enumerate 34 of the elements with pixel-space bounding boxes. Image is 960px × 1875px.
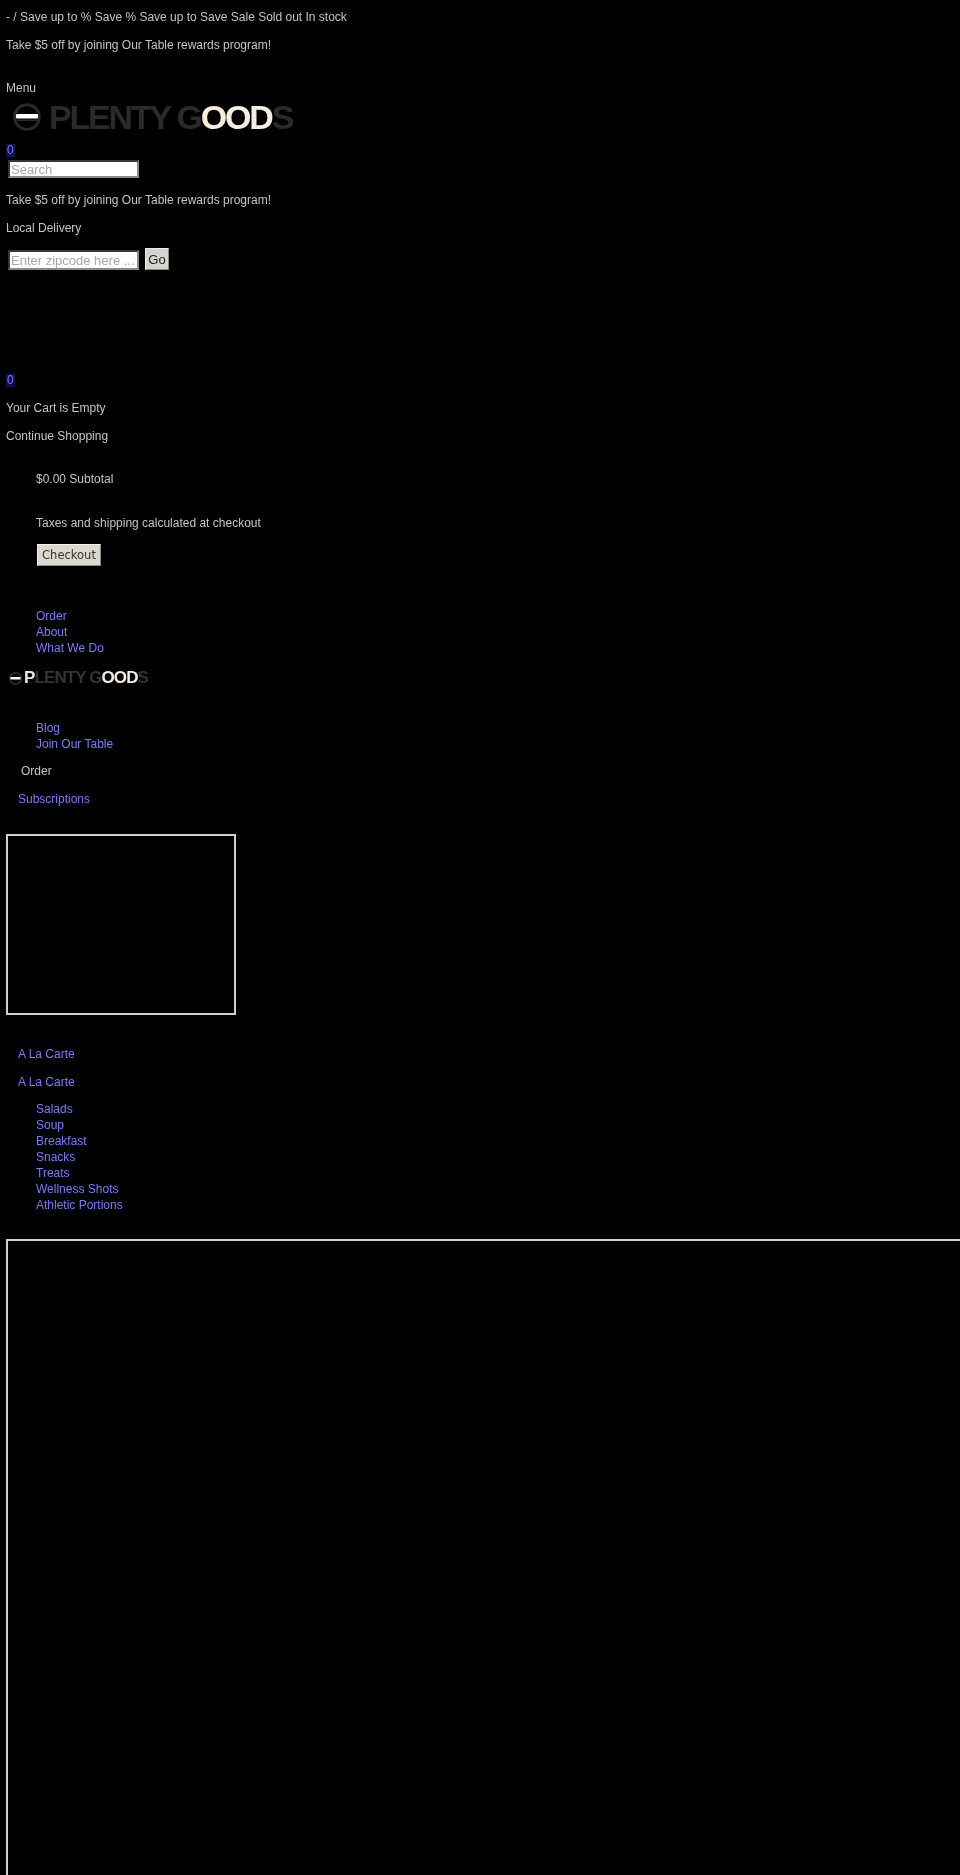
category-link[interactable]: Breakfast [36,1134,87,1148]
zipcode-field[interactable]: Enter zipcode here ... [8,250,139,270]
a-la-carte-link[interactable]: A La Carte [18,1047,75,1061]
category-link[interactable]: Snacks [36,1150,76,1164]
local-delivery-heading: Local Delivery [6,221,82,235]
search-field[interactable]: Search [8,160,139,178]
menu-toggle[interactable]: Menu [6,81,37,95]
footer-nav-link[interactable]: What We Do [36,641,104,655]
category-link[interactable]: Salads [36,1102,73,1116]
footer-nav-link[interactable]: Order [36,609,67,623]
cart-count-link[interactable]: 0 [6,374,15,387]
a-la-carte-link[interactable]: A La Carte [18,1075,75,1089]
logo-wordmark[interactable]: PLENTY GOODS [24,671,148,685]
promo-text: Take $5 off by joining Our Table rewards program! [6,193,272,207]
promo-text: Take $5 off by joining Our Table rewards program! [6,38,272,52]
order-heading: Order [21,764,52,778]
category-link[interactable]: Soup [36,1118,65,1132]
category-link[interactable]: Wellness Shots [36,1182,119,1196]
checkout-button[interactable]: Checkout [37,544,101,566]
go-button[interactable]: Go [145,248,169,270]
logo-icon[interactable] [13,103,41,131]
category-link[interactable]: Treats [36,1166,70,1180]
footer-nav-link[interactable]: About [36,625,68,639]
cart-empty-message: Your Cart is Empty [6,401,106,415]
cart-count-link[interactable]: 0 [6,144,15,157]
logo-icon[interactable] [9,671,22,685]
continue-shopping-link[interactable]: Continue Shopping [6,429,109,443]
tax-note: Taxes and shipping calculated at checkout [36,516,261,530]
footer-link[interactable]: Join Our Table [36,737,114,751]
subscriptions-link[interactable]: Subscriptions [18,792,91,806]
footer-link[interactable]: Blog [36,721,61,735]
category-link[interactable]: Athletic Portions [36,1198,123,1212]
announcement-text: - / Save up to % Save % Save up to Save Sale Sold out In stock [6,10,347,24]
subtotal-text: $0.00 Subtotal [36,472,114,486]
